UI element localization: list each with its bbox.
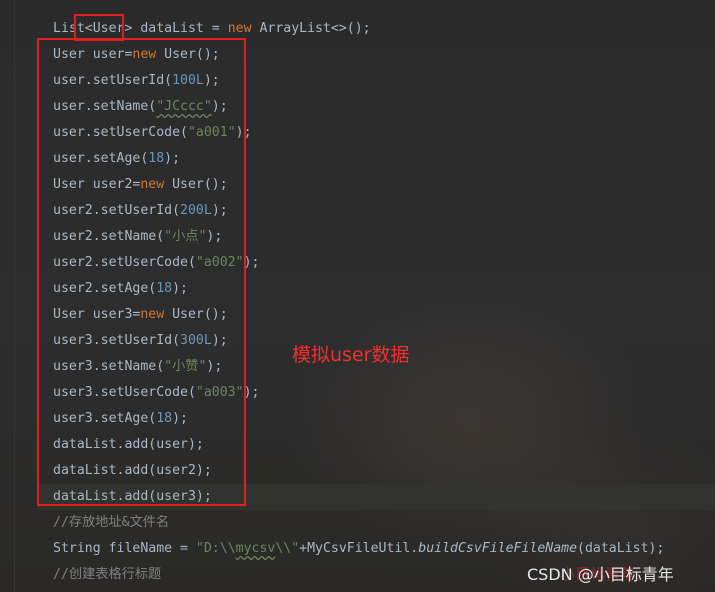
- code-editor[interactable]: List<User> dataList = new ArrayList<>();…: [0, 0, 715, 592]
- csdn-watermark: CSDN @小目标青年: [527, 565, 674, 584]
- code-line-21[interactable]: String fileName = "D:\\mycsv\\"+MyCsvFil…: [53, 536, 664, 562]
- code-line-20[interactable]: //存放地址&文件名: [53, 510, 169, 536]
- mock-data-highlight-box: [37, 38, 246, 506]
- generic-type-highlight-box: [74, 14, 124, 41]
- code-line-22[interactable]: //创建表格行标题: [53, 562, 161, 588]
- gutter-divider: [14, 0, 15, 592]
- annotation-label: 模拟user数据: [292, 344, 410, 366]
